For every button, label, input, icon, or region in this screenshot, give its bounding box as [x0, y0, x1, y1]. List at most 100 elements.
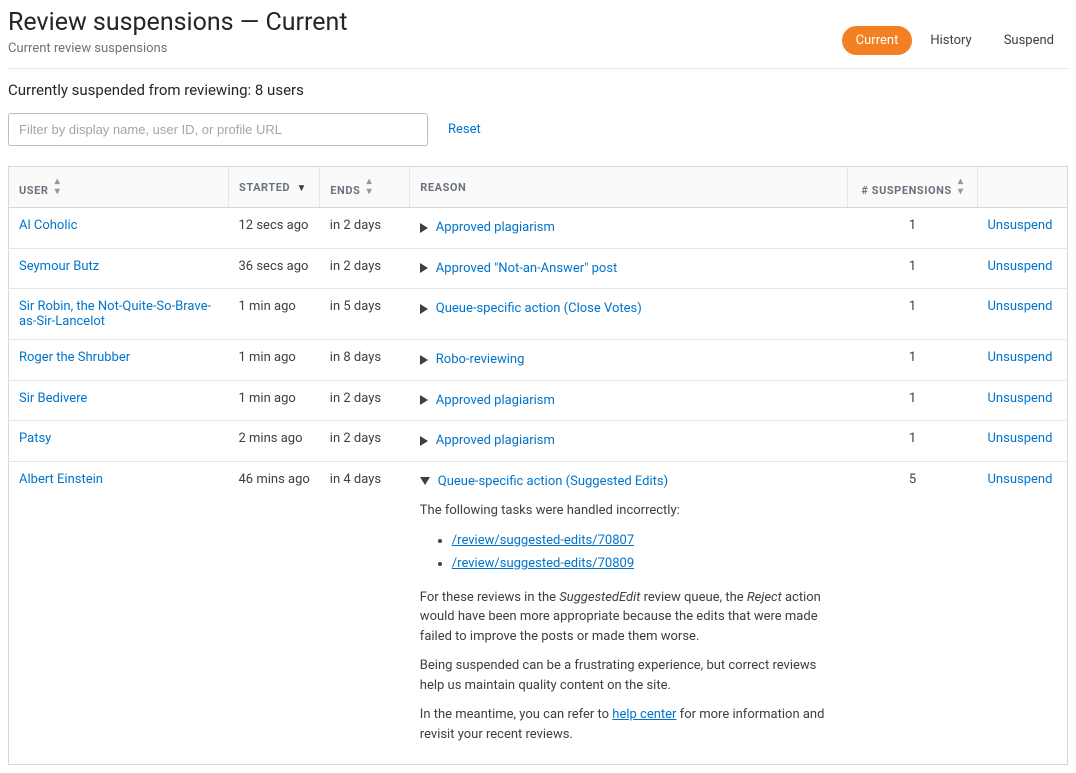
ends-cell: in 4 days [320, 461, 410, 765]
user-link[interactable]: Seymour Butz [19, 259, 99, 274]
tab-history[interactable]: History [916, 26, 985, 55]
table-row: Albert Einstein 46 mins agoin 4 days Queue… [9, 461, 1068, 765]
column-action [978, 167, 1068, 208]
filter-input[interactable] [8, 113, 428, 146]
suspensions-count: 1 [848, 248, 978, 289]
list-item: /review/suggested-edits/70809 [452, 554, 838, 574]
ends-cell: in 5 days [320, 289, 410, 340]
column-started-label: Started [239, 181, 290, 194]
sort-icon: ▴▾ [55, 177, 61, 197]
reason-link[interactable]: Approved "Not-an-Answer" post [436, 261, 618, 276]
task-list: /review/suggested-edits/70807/review/sug… [428, 531, 838, 574]
suspensions-count: 1 [848, 380, 978, 421]
table-row: Patsy 2 mins agoin 2 days Approved plagiar… [9, 421, 1068, 462]
list-item: /review/suggested-edits/70807 [452, 531, 838, 551]
reason-link[interactable]: Approved plagiarism [436, 220, 555, 235]
table-row: Seymour Butz 36 secs agoin 2 days Approved… [9, 248, 1068, 289]
started-cell: 1 min ago [229, 340, 320, 381]
review-task-link[interactable]: /review/suggested-edits/70807 [452, 533, 634, 548]
page-title: Review suspensions — Current [8, 8, 348, 37]
reason-cell: Approved plagiarism [410, 380, 848, 421]
reason-link[interactable]: Approved plagiarism [436, 433, 555, 448]
suspensions-count: 5 [848, 461, 978, 765]
column-suspensions[interactable]: # Suspensions ▴▾ [848, 167, 978, 208]
column-user-label: User [19, 184, 48, 197]
table-row: Roger the Shrubber 1 min agoin 8 days Robo… [9, 340, 1068, 381]
column-user[interactable]: User ▴▾ [9, 167, 229, 208]
suspensions-count: 1 [848, 340, 978, 381]
started-cell: 12 secs ago [229, 208, 320, 249]
reason-body: The following tasks were handled incorre… [420, 501, 838, 744]
suspensions-count: 1 [848, 289, 978, 340]
column-ends-label: Ends [330, 184, 360, 197]
help-center-link[interactable]: help center [612, 707, 676, 722]
reason-para-1: For these reviews in the SuggestedEdit r… [420, 588, 838, 647]
sort-down-icon: ▼ [296, 184, 306, 194]
reason-para-3: In the meantime, you can refer to help c… [420, 705, 838, 744]
expand-icon[interactable] [420, 304, 428, 314]
reset-link[interactable]: Reset [448, 122, 481, 137]
unsuspend-link[interactable]: Unsuspend [988, 299, 1053, 314]
table-row: Sir Robin, the Not-Quite-So-Brave-as-Sir… [9, 289, 1068, 340]
reason-link[interactable]: Robo-reviewing [436, 352, 525, 367]
suspensions-count: 1 [848, 208, 978, 249]
user-link[interactable]: Roger the Shrubber [19, 350, 130, 365]
reason-cell: Approved plagiarism [410, 421, 848, 462]
expand-icon[interactable] [420, 436, 428, 446]
started-cell: 1 min ago [229, 289, 320, 340]
review-task-link[interactable]: /review/suggested-edits/70809 [452, 556, 634, 571]
unsuspend-link[interactable]: Unsuspend [988, 391, 1053, 406]
started-cell: 46 mins ago [229, 461, 320, 765]
reason-cell: Robo-reviewing [410, 340, 848, 381]
summary-text: Currently suspended from reviewing: 8 us… [8, 81, 1068, 99]
user-link[interactable]: Patsy [19, 431, 51, 446]
column-suspensions-label: # Suspensions [861, 184, 951, 197]
ends-cell: in 2 days [320, 248, 410, 289]
ends-cell: in 2 days [320, 208, 410, 249]
expand-icon[interactable] [420, 263, 428, 273]
collapse-icon[interactable] [420, 477, 430, 485]
started-cell: 1 min ago [229, 380, 320, 421]
expand-icon[interactable] [420, 355, 428, 365]
unsuspend-link[interactable]: Unsuspend [988, 431, 1053, 446]
table-row: Sir Bedivere 1 min agoin 2 days Approved p… [9, 380, 1068, 421]
column-reason-label: Reason [420, 181, 466, 194]
filter-row: Reset [8, 113, 1068, 146]
reason-para-2: Being suspended can be a frustrating exp… [420, 656, 838, 695]
user-link[interactable]: Al Coholic [19, 218, 77, 233]
sort-icon: ▴▾ [958, 177, 964, 197]
tab-suspend[interactable]: Suspend [990, 26, 1068, 55]
ends-cell: in 2 days [320, 421, 410, 462]
started-cell: 2 mins ago [229, 421, 320, 462]
reason-link[interactable]: Queue-specific action (Suggested Edits) [438, 474, 668, 489]
column-reason: Reason [410, 167, 848, 208]
tab-current[interactable]: Current [842, 26, 913, 55]
table-row: Al Coholic 12 secs agoin 2 days Approved p… [9, 208, 1068, 249]
suspensions-count: 1 [848, 421, 978, 462]
column-started[interactable]: Started ▼ [229, 167, 320, 208]
unsuspend-link[interactable]: Unsuspend [988, 218, 1053, 233]
page-header: Review suspensions — Current Current rev… [8, 8, 1068, 69]
expand-icon[interactable] [420, 395, 428, 405]
ends-cell: in 2 days [320, 380, 410, 421]
reason-intro: The following tasks were handled incorre… [420, 501, 838, 521]
reason-cell: Approved "Not-an-Answer" post [410, 248, 848, 289]
user-link[interactable]: Sir Bedivere [19, 391, 87, 406]
unsuspend-link[interactable]: Unsuspend [988, 472, 1053, 487]
reason-cell: Approved plagiarism [410, 208, 848, 249]
user-link[interactable]: Albert Einstein [19, 472, 103, 487]
reason-link[interactable]: Queue-specific action (Close Votes) [436, 301, 642, 316]
reason-link[interactable]: Approved plagiarism [436, 393, 555, 408]
suspensions-table: User ▴▾ Started ▼ Ends ▴▾ Reason # Suspe… [8, 166, 1068, 765]
unsuspend-link[interactable]: Unsuspend [988, 259, 1053, 274]
reason-cell: Queue-specific action (Close Votes) [410, 289, 848, 340]
column-ends[interactable]: Ends ▴▾ [320, 167, 410, 208]
sort-icon: ▴▾ [367, 177, 373, 197]
page-subtitle: Current review suspensions [8, 41, 348, 56]
expand-icon[interactable] [420, 223, 428, 233]
user-link[interactable]: Sir Robin, the Not-Quite-So-Brave-as-Sir… [19, 299, 211, 329]
unsuspend-link[interactable]: Unsuspend [988, 350, 1053, 365]
ends-cell: in 8 days [320, 340, 410, 381]
tabs: CurrentHistorySuspend [842, 26, 1068, 55]
started-cell: 36 secs ago [229, 248, 320, 289]
